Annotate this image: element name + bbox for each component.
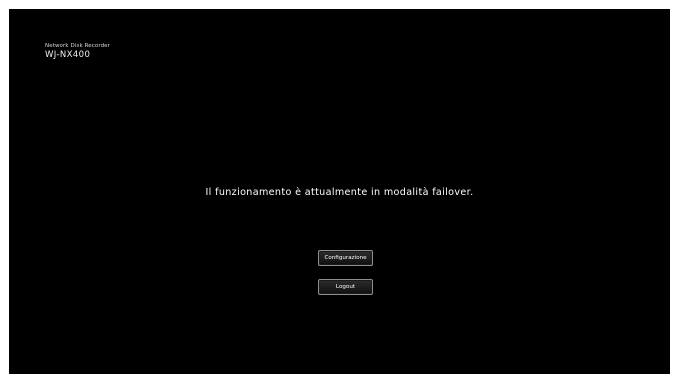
logout-button[interactable]: Logout bbox=[318, 279, 373, 295]
model-name: WJ-NX400 bbox=[45, 50, 91, 60]
configuration-button[interactable]: Configurazione bbox=[318, 250, 373, 266]
product-line-label: Network Disk Recorder bbox=[45, 43, 111, 49]
brand-block: Network Disk Recorder WJ-NX400 bbox=[45, 43, 110, 60]
failover-screen: Network Disk Recorder WJ-NX400 Il funzio… bbox=[9, 9, 670, 374]
failover-status-message: Il funzionamento è attualmente in modali… bbox=[205, 187, 474, 198]
